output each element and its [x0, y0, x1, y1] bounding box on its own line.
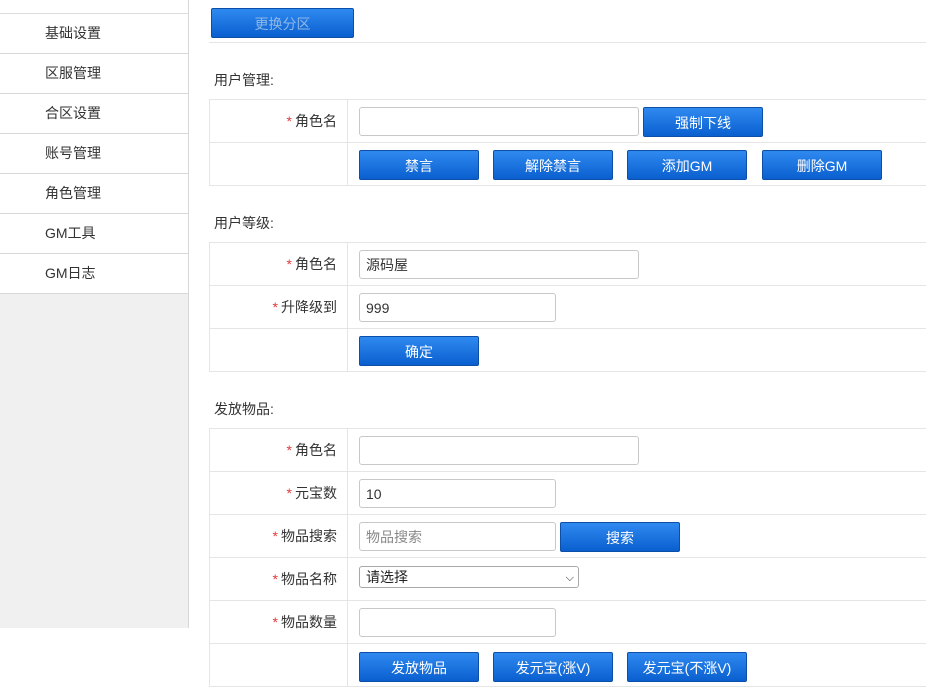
sidebar-item-gm-log[interactable]: GM日志	[0, 254, 188, 294]
item-qty-input[interactable]	[359, 608, 556, 637]
role-label: 角色名	[295, 256, 337, 272]
field-label: * 升降级到	[210, 286, 348, 328]
sidebar-top	[0, 0, 188, 14]
form-row: * 角色名	[209, 243, 926, 286]
field-label: * 物品数量	[210, 601, 348, 643]
required-star: *	[286, 485, 292, 501]
required-star: *	[286, 113, 292, 129]
topbar: 更换分区	[209, 0, 926, 43]
item-role-name-input[interactable]	[359, 436, 639, 465]
field-label: * 物品名称	[210, 558, 348, 600]
sidebar-item-gm-tools[interactable]: GM工具	[0, 214, 188, 254]
delete-gm-button[interactable]: 删除GM	[762, 150, 882, 180]
level-role-name-input[interactable]	[359, 250, 639, 279]
required-star: *	[286, 442, 292, 458]
required-star: *	[272, 299, 278, 315]
required-star: *	[272, 571, 278, 587]
level-input[interactable]	[359, 293, 556, 322]
item-name-select-value: 请选择	[366, 569, 408, 585]
required-star: *	[272, 614, 278, 630]
add-gm-button[interactable]: 添加GM	[627, 150, 747, 180]
sidebar-item-server-management[interactable]: 区服管理	[0, 54, 188, 94]
field-label: * 角色名	[210, 429, 348, 471]
required-star: *	[272, 528, 278, 544]
form-row: * 元宝数	[209, 472, 926, 515]
item-search-label: 物品搜索	[281, 528, 337, 544]
search-button[interactable]: 搜索	[560, 522, 680, 552]
sidebar-item-basic-settings[interactable]: 基础设置	[0, 14, 188, 54]
sidebar-item-role-management[interactable]: 角色管理	[0, 174, 188, 214]
items-title: 发放物品:	[214, 401, 274, 417]
yuanbao-label: 元宝数	[295, 485, 337, 501]
field-label: * 角色名	[210, 100, 348, 142]
form-row: * 物品名称 请选择 ⌵	[209, 558, 926, 601]
required-star: *	[286, 256, 292, 272]
user-mgmt-form: * 角色名 强制下线 禁言 解除禁言 添加GM 删除GM	[209, 99, 926, 186]
role-label: 角色名	[295, 442, 337, 458]
item-search-input[interactable]	[359, 522, 556, 551]
yuanbao-input[interactable]	[359, 479, 556, 508]
form-row: *物品搜索 搜索	[209, 515, 926, 558]
confirm-level-button[interactable]: 确定	[359, 336, 479, 366]
item-name-label: 物品名称	[281, 571, 337, 587]
form-row: * 升降级到	[209, 286, 926, 329]
user-level-form: *角色名 *升降级到 确定	[209, 242, 926, 372]
kick-offline-button[interactable]: 强制下线	[643, 107, 763, 137]
form-row: * 物品数量	[209, 601, 926, 644]
form-row: 确定	[209, 329, 926, 372]
field-label	[210, 644, 348, 686]
field-label: * 角色名	[210, 243, 348, 285]
mute-button[interactable]: 禁言	[359, 150, 479, 180]
items-form: *角色名 *元宝数 *物品搜索 搜索 *物品名称 请选择 ⌵ *物品数量 发放物…	[209, 428, 926, 687]
switch-zone-button[interactable]: 更换分区	[211, 8, 354, 38]
user-level-title: 用户等级:	[214, 215, 274, 231]
field-label	[210, 329, 348, 371]
user-mgmt-title: 用户管理:	[214, 72, 274, 88]
main-content: 更换分区 用户管理: * 角色名 强制下线 禁言 解除禁言 添加GM 删除GM 用…	[209, 0, 926, 687]
sidebar-item-merge-settings[interactable]: 合区设置	[0, 94, 188, 134]
role-name-input[interactable]	[359, 107, 639, 136]
field-label: * 元宝数	[210, 472, 348, 514]
level-label: 升降级到	[281, 299, 337, 315]
form-row: 禁言 解除禁言 添加GM 删除GM	[209, 143, 926, 186]
form-row: * 角色名 强制下线	[209, 100, 926, 143]
field-label	[210, 143, 348, 185]
form-row: * 角色名	[209, 429, 926, 472]
sidebar-item-account-management[interactable]: 账号管理	[0, 134, 188, 174]
role-label: 角色名	[295, 113, 337, 129]
sidebar: 基础设置 区服管理 合区设置 账号管理 角色管理 GM工具 GM日志	[0, 0, 189, 628]
item-name-select[interactable]: 请选择 ⌵	[359, 566, 579, 588]
item-qty-label: 物品数量	[281, 614, 337, 630]
unmute-button[interactable]: 解除禁言	[493, 150, 613, 180]
chevron-down-icon: ⌵	[565, 572, 574, 584]
form-row: 发放物品 发元宝(涨V) 发元宝(不涨V)	[209, 644, 926, 687]
field-label: * 物品搜索	[210, 515, 348, 557]
